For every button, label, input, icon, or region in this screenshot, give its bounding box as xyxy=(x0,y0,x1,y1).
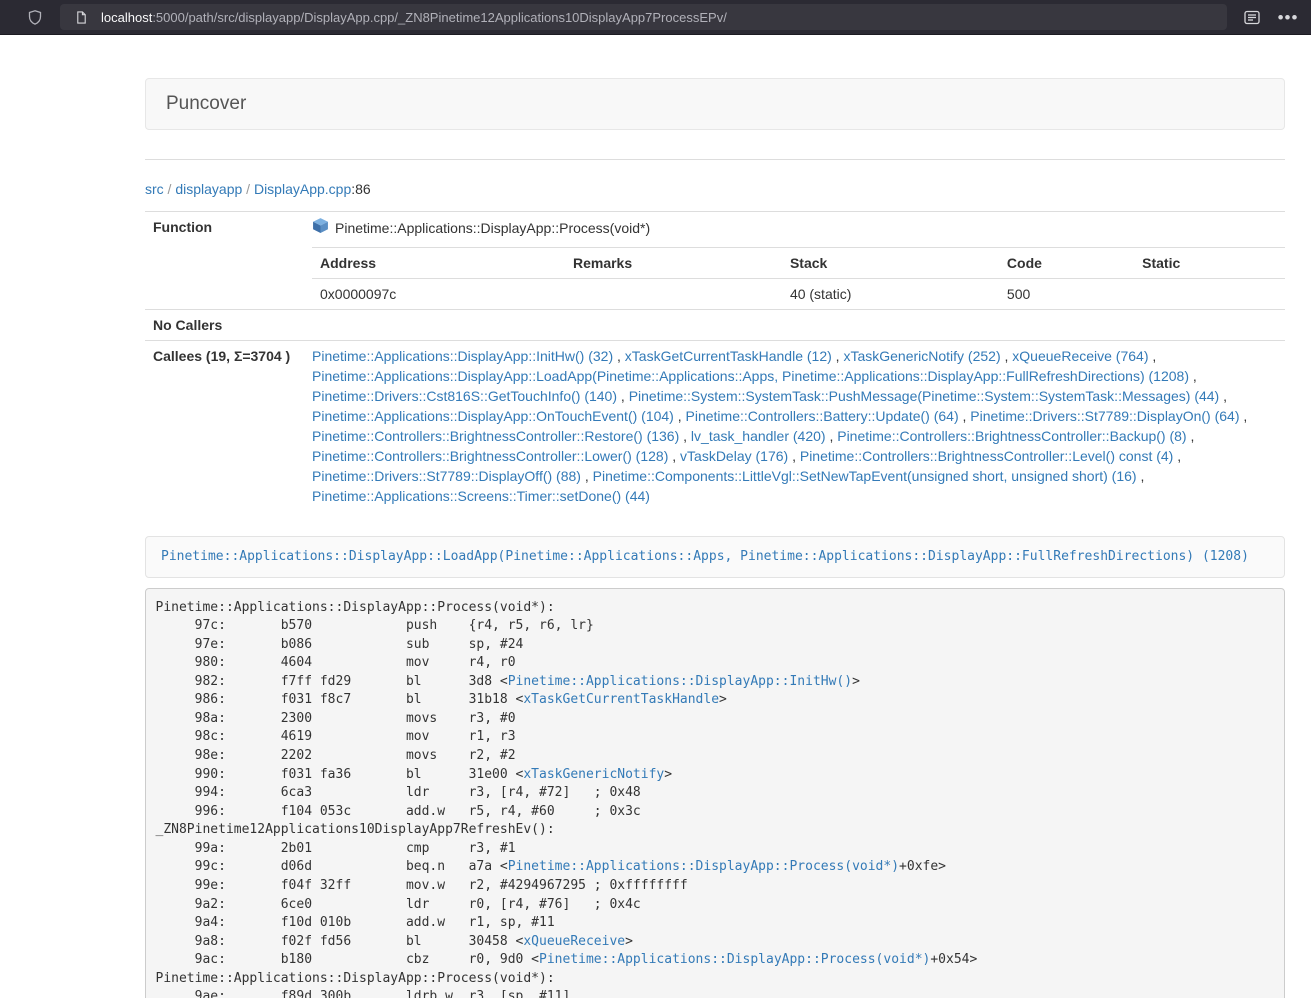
breadcrumb-link-displayapp[interactable]: displayapp xyxy=(175,181,242,197)
stats-code-value: 500 xyxy=(999,279,1134,310)
stats-header-row: Address Remarks Stack Code Static xyxy=(312,248,1285,279)
callee-link[interactable]: Pinetime::Drivers::Cst816S::GetTouchInfo… xyxy=(312,388,617,404)
stats-header-address: Address xyxy=(312,248,565,279)
reader-view-icon[interactable] xyxy=(1241,6,1263,28)
url-path: :5000/path/src/displayapp/DisplayApp.cpp… xyxy=(152,10,727,25)
callee-link[interactable]: Pinetime::Controllers::BrightnessControl… xyxy=(837,428,1186,444)
code-symbol-link[interactable]: xTaskGenericNotify xyxy=(523,767,664,782)
callee-link[interactable]: Pinetime::Controllers::Battery::Update()… xyxy=(686,408,959,424)
stats-header-code: Code xyxy=(999,248,1134,279)
divider xyxy=(145,159,1285,160)
function-detail-table: Function Pinetime::Applications::Display… xyxy=(145,211,1285,511)
breadcrumb-separator: / xyxy=(164,181,176,197)
callees-row: Callees (19, Σ=3704 ) Pinetime::Applicat… xyxy=(145,341,1285,512)
stats-remarks-value xyxy=(565,279,782,310)
stats-address-value: 0x0000097c xyxy=(312,279,565,310)
overflow-menu-icon[interactable]: ••• xyxy=(1277,6,1299,28)
url-bar[interactable]: localhost:5000/path/src/displayapp/Displ… xyxy=(60,4,1227,30)
function-icon xyxy=(312,217,329,239)
shield-icon[interactable] xyxy=(24,6,46,28)
callee-link[interactable]: xTaskGenericNotify (252) xyxy=(843,348,1000,364)
browser-toolbar: localhost:5000/path/src/displayapp/Displ… xyxy=(0,0,1311,35)
url-text: localhost:5000/path/src/displayapp/Displ… xyxy=(101,10,727,25)
callee-link[interactable]: Pinetime::Drivers::St7789::DisplayOn() (… xyxy=(970,408,1239,424)
callee-link[interactable]: Pinetime::Applications::DisplayApp::OnTo… xyxy=(312,408,674,424)
url-host: localhost xyxy=(101,10,152,25)
brand-link[interactable]: Puncover xyxy=(166,93,246,115)
callee-link[interactable]: Pinetime::Applications::DisplayApp::Load… xyxy=(312,368,1189,384)
highlighted-callee-link[interactable]: Pinetime::Applications::DisplayApp::Load… xyxy=(161,549,1249,564)
callees-list: Pinetime::Applications::DisplayApp::Init… xyxy=(304,341,1285,512)
function-label: Function xyxy=(145,212,304,310)
breadcrumb-link-file[interactable]: DisplayApp.cpp xyxy=(254,181,351,197)
navbar: Puncover xyxy=(145,78,1285,130)
callee-link[interactable]: xTaskGetCurrentTaskHandle (12) xyxy=(625,348,832,364)
callee-link[interactable]: xQueueReceive (764) xyxy=(1012,348,1148,364)
callee-link[interactable]: Pinetime::Controllers::BrightnessControl… xyxy=(312,448,668,464)
breadcrumb-link-src[interactable]: src xyxy=(145,181,164,197)
callee-link[interactable]: Pinetime::Components::LittleVgl::SetNewT… xyxy=(593,468,1137,484)
callee-link[interactable]: Pinetime::Applications::DisplayApp::Init… xyxy=(312,348,613,364)
stats-header-stack: Stack xyxy=(782,248,999,279)
page-content: Puncover src / displayapp / DisplayApp.c… xyxy=(145,78,1285,998)
callee-link[interactable]: Pinetime::Drivers::St7789::DisplayOff() … xyxy=(312,468,581,484)
stats-header-static: Static xyxy=(1134,248,1285,279)
breadcrumb-separator: / xyxy=(242,181,254,197)
callee-link[interactable]: Pinetime::Controllers::BrightnessControl… xyxy=(800,448,1173,464)
code-symbol-link[interactable]: xQueueReceive xyxy=(523,934,625,949)
breadcrumb: src / displayapp / DisplayApp.cpp:86 xyxy=(145,181,1285,197)
stats-header-remarks: Remarks xyxy=(565,248,782,279)
code-symbol-link[interactable]: Pinetime::Applications::DisplayApp::Proc… xyxy=(508,859,899,874)
callee-link[interactable]: Pinetime::Applications::Screens::Timer::… xyxy=(312,488,650,504)
code-symbol-link[interactable]: Pinetime::Applications::DisplayApp::Proc… xyxy=(539,952,930,967)
code-symbol-link[interactable]: Pinetime::Applications::DisplayApp::Init… xyxy=(508,674,852,689)
function-name: Pinetime::Applications::DisplayApp::Proc… xyxy=(335,218,650,238)
function-row: Function Pinetime::Applications::Display… xyxy=(145,212,1285,310)
callee-link[interactable]: vTaskDelay (176) xyxy=(680,448,788,464)
disassembly-code: Pinetime::Applications::DisplayApp::Proc… xyxy=(145,588,1285,998)
highlighted-callee-box: Pinetime::Applications::DisplayApp::Load… xyxy=(145,536,1285,578)
callees-label: Callees (19, Σ=3704 ) xyxy=(145,341,304,512)
stats-stack-value: 40 (static) xyxy=(782,279,999,310)
stats-value-row: 0x0000097c 40 (static) 500 xyxy=(312,279,1285,310)
no-callers-label: No Callers xyxy=(145,310,304,341)
page-info-icon[interactable] xyxy=(70,6,92,28)
callee-link[interactable]: Pinetime::Controllers::BrightnessControl… xyxy=(312,428,679,444)
code-symbol-link[interactable]: xTaskGetCurrentTaskHandle xyxy=(523,692,719,707)
callee-link[interactable]: lv_task_handler (420) xyxy=(691,428,826,444)
breadcrumb-line-number: :86 xyxy=(351,181,370,197)
no-callers-value xyxy=(304,310,1285,341)
callee-link[interactable]: Pinetime::System::SystemTask::PushMessag… xyxy=(629,388,1220,404)
stats-static-value xyxy=(1134,279,1285,310)
function-stats-table: Address Remarks Stack Code Static 0x0000… xyxy=(312,247,1285,309)
no-callers-row: No Callers xyxy=(145,310,1285,341)
